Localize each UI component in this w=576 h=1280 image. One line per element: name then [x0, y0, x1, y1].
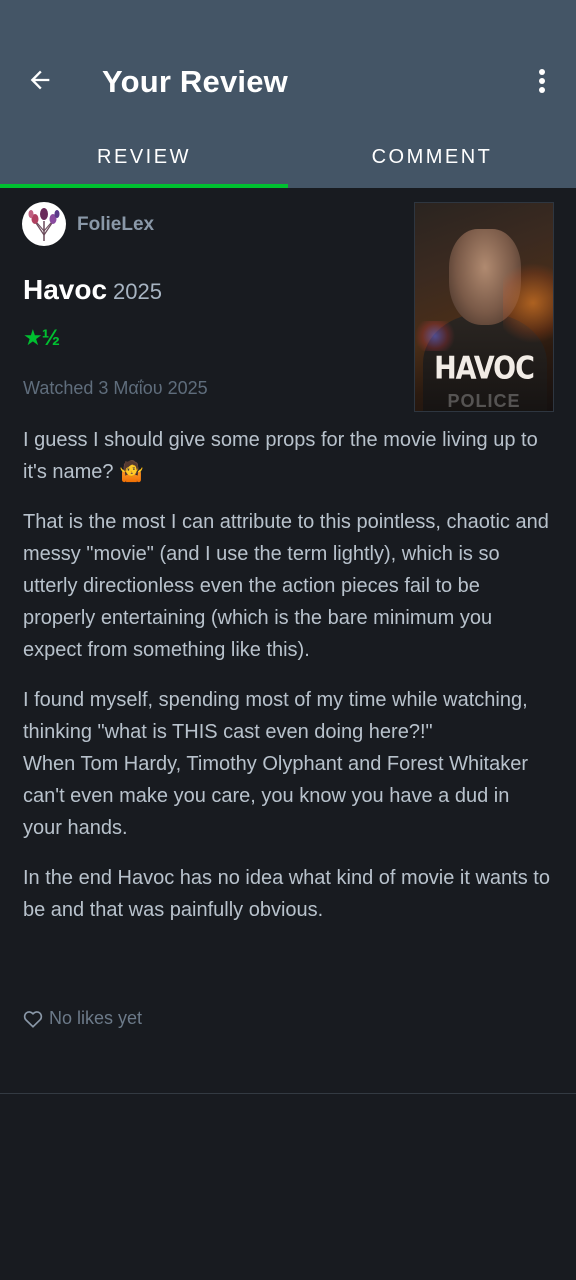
more-options-button[interactable]: [530, 64, 554, 98]
likes-count-text: No likes yet: [49, 1008, 143, 1028]
tab-comment-label: COMMENT: [371, 145, 493, 168]
tab-review[interactable]: REVIEW: [0, 126, 288, 188]
back-button[interactable]: [22, 62, 58, 98]
arrow-left-icon: [30, 70, 50, 90]
tab-bar: REVIEW COMMENT: [0, 126, 576, 188]
tab-comment[interactable]: COMMENT: [288, 126, 576, 188]
review-paragraph: In the end Havoc has no idea what kind o…: [23, 867, 550, 921]
tab-review-label: REVIEW: [97, 145, 191, 168]
poster-fire-glow: [503, 263, 553, 343]
review-paragraph: I found myself, spending most of my time…: [23, 689, 529, 839]
poster-title: HAVOC: [434, 350, 535, 387]
page-title: Your Review: [102, 64, 288, 99]
film-year: 2025: [113, 279, 162, 304]
star-rating: ★½: [23, 325, 60, 350]
username[interactable]: FolieLex: [77, 214, 154, 236]
review-body: I guess I should give some props for the…: [23, 424, 553, 944]
watched-date: Watched 3 Μαΐου 2025: [23, 378, 208, 398]
film-poster[interactable]: HAVOC POLICE: [414, 202, 554, 412]
more-vertical-icon: [539, 69, 545, 93]
poster-police-lights: [415, 321, 455, 351]
likes-row[interactable]: No likes yet: [23, 1008, 142, 1029]
review-paragraph: I guess I should give some props for the…: [23, 429, 538, 483]
poster-footer-text: POLICE: [447, 391, 521, 411]
review-screen: Your Review REVIEW COMMENT FolieLex Havo…: [0, 0, 576, 1280]
film-title: Havoc: [23, 274, 108, 305]
avatar[interactable]: [22, 202, 66, 246]
heart-icon[interactable]: [23, 1010, 43, 1028]
app-bar: Your Review REVIEW COMMENT: [0, 0, 576, 188]
bottom-empty-area: [0, 1094, 576, 1280]
review-content: FolieLex Havoc 2025 ★½ Watched 3 Μαΐου 20…: [0, 188, 576, 1094]
review-paragraph: That is the most I can attribute to this…: [23, 511, 549, 661]
flower-avatar-icon: [28, 208, 60, 241]
film-title-line[interactable]: Havoc 2025: [23, 274, 162, 306]
